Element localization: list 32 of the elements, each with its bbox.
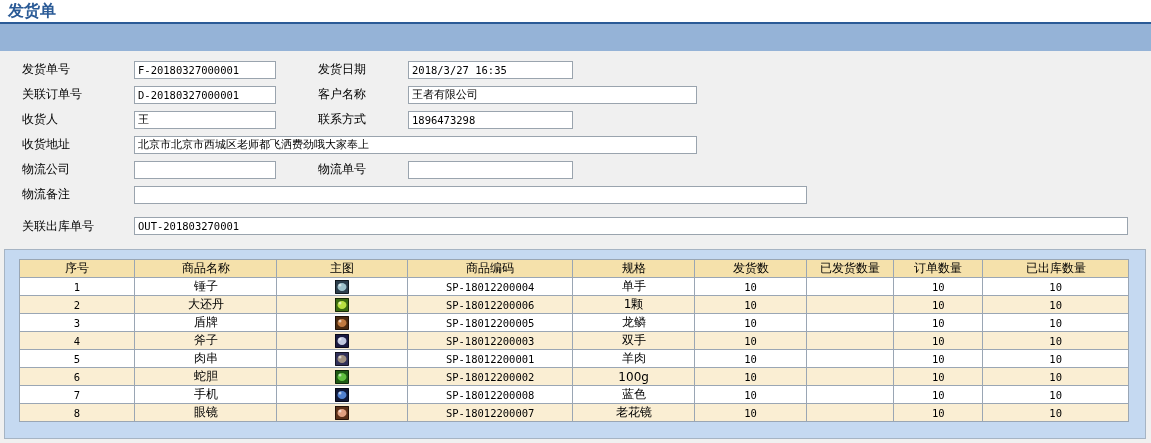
input-field[interactable]: 北京市北京市西城区老师都飞洒费劲哦大家奉上 [134,135,697,154]
field-label: 发货单号 [22,61,71,78]
input-field[interactable] [408,160,573,179]
input-field[interactable]: OUT-201803270001 [134,217,1128,235]
field-label: 关联订单号 [22,86,83,103]
field-label: 关联出库单号 [22,218,95,235]
field-label: 客户名称 [318,86,367,103]
column-header: 主图 [276,259,408,278]
input-field[interactable]: 王者有限公司 [408,85,697,104]
input-field[interactable] [134,160,276,179]
input-field[interactable]: 2018/3/27 16:35 [408,60,573,79]
field-label: 物流单号 [318,161,367,178]
column-header: 商品名称 [134,259,277,278]
column-header: 订单数量 [893,259,983,278]
input-field[interactable]: 王 [134,110,276,129]
column-header: 发货数 [694,259,807,278]
field-label: 物流公司 [22,161,71,178]
field-label: 收货人 [22,111,59,128]
field-label: 发货日期 [318,61,367,78]
column-header: 序号 [19,259,135,278]
input-field[interactable] [134,185,807,204]
column-header: 已发货数量 [806,259,894,278]
column-header: 规格 [572,259,695,278]
field-label: 物流备注 [22,186,71,203]
input-field[interactable]: F-20180327000001 [134,60,276,79]
input-field[interactable]: D-20180327000001 [134,85,276,104]
field-label: 联系方式 [318,111,367,128]
column-header: 商品编码 [407,259,573,278]
field-label: 收货地址 [22,136,71,153]
page-title: 发货单 [8,0,56,22]
column-header: 已出库数量 [982,259,1129,278]
input-field[interactable]: 1896473298 [408,110,573,129]
